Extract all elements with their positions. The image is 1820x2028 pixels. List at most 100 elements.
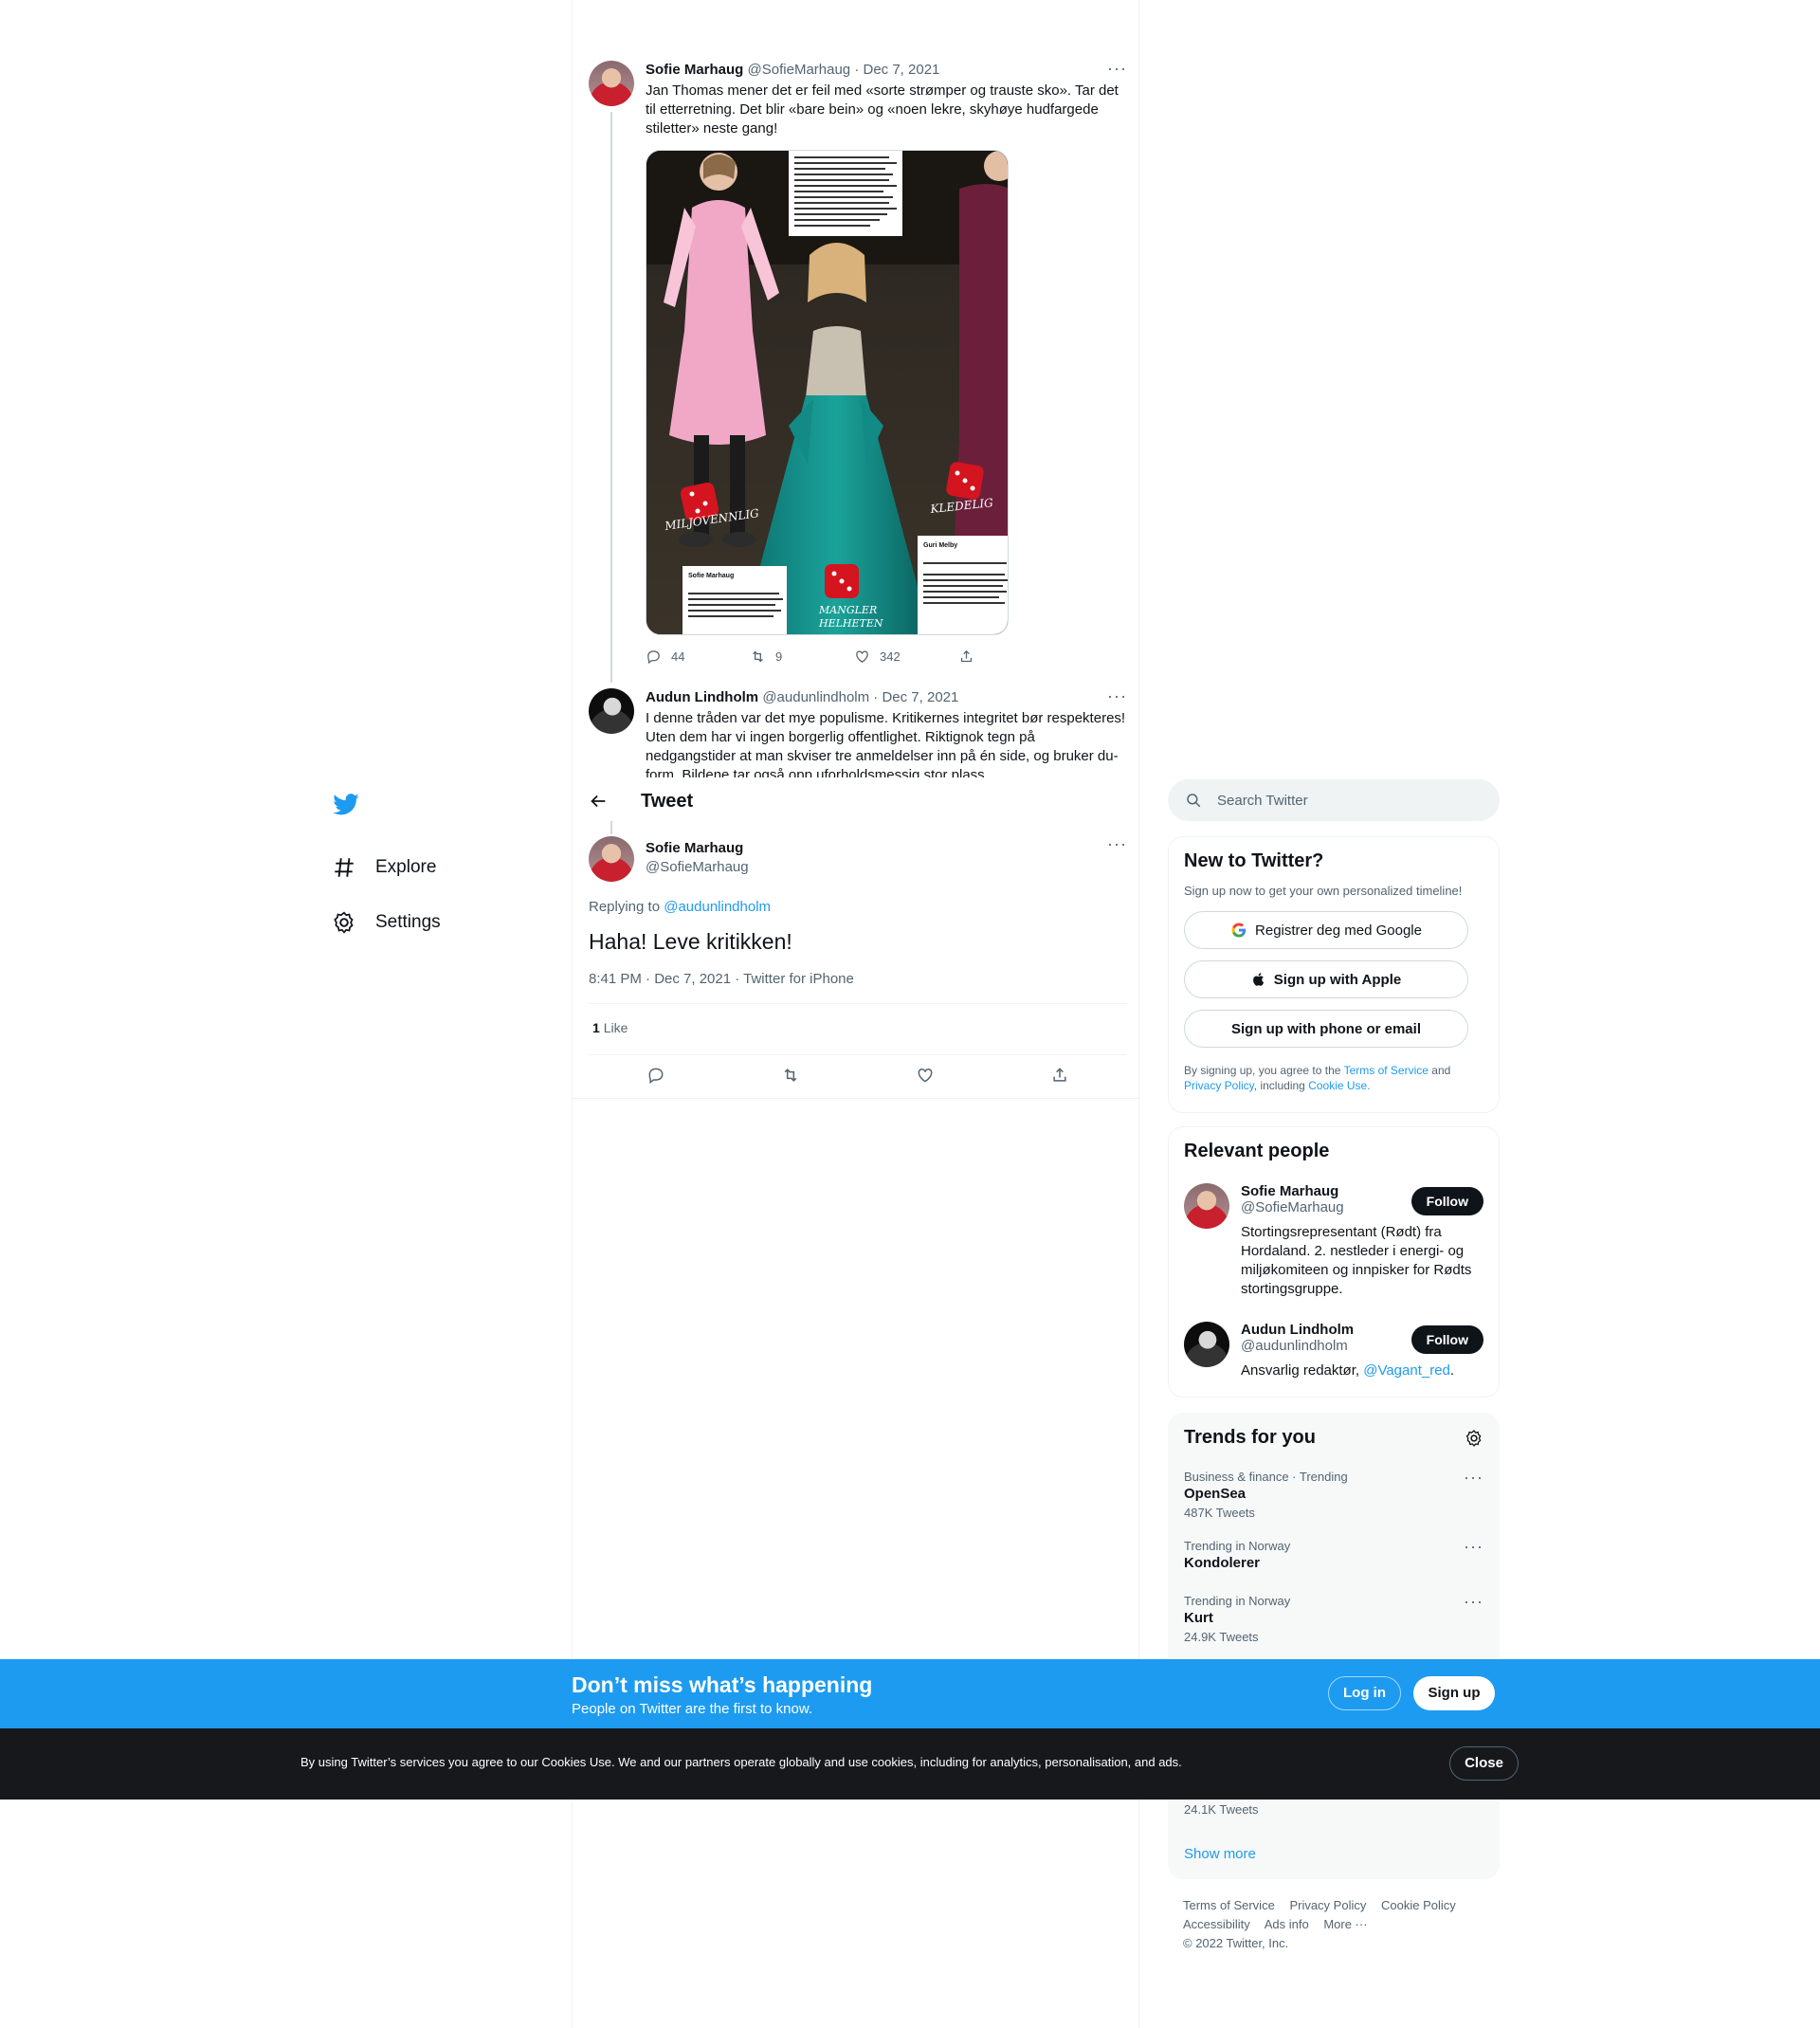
more-icon[interactable]: ···: [1107, 835, 1127, 852]
reply-count: 44: [671, 649, 685, 664]
share-icon[interactable]: [1050, 1066, 1069, 1085]
thread-line: [610, 821, 612, 834]
show-more-link[interactable]: Show more: [1184, 1846, 1256, 1862]
tweet-text: Haha! Leve kritikken!: [589, 929, 792, 954]
retweet-button[interactable]: 9: [750, 649, 854, 665]
author-handle[interactable]: @audunlindholm: [762, 689, 869, 705]
trend-count: 24.1K Tweets: [1184, 1802, 1259, 1817]
share-button[interactable]: [958, 649, 1063, 665]
cookie-text: By using Twitter’s services you agree to…: [300, 1755, 1182, 1769]
like-button[interactable]: 342: [854, 649, 958, 665]
heart-icon[interactable]: [916, 1066, 935, 1085]
divider: [573, 1098, 1138, 1099]
author-name[interactable]: Sofie Marhaug: [646, 840, 743, 856]
more-icon[interactable]: ···: [1464, 1469, 1483, 1486]
tweet-body: Audun Lindholm @audunlindholm · Dec 7, 2…: [646, 688, 1127, 777]
person-bio: Ansvarlig redaktør, @Vagant_red.: [1241, 1361, 1483, 1380]
person-item[interactable]: Audun Lindholm @audunlindholm Ansvarlig …: [1184, 1322, 1483, 1380]
footer-link[interactable]: Ads info: [1265, 1917, 1309, 1931]
avatar[interactable]: [1184, 1322, 1229, 1367]
magazine-photo: MILJOVENNLIG KLEDELIG MANGLER HELHETEN S…: [646, 151, 1008, 634]
copyright: © 2022 Twitter, Inc.: [1183, 1936, 1289, 1950]
dice-label-center-2: HELHETEN: [818, 617, 883, 630]
trend-item[interactable]: Business & finance · Trending OpenSea 48…: [1184, 1469, 1483, 1520]
tweet-media[interactable]: MILJOVENNLIG KLEDELIG MANGLER HELHETEN S…: [646, 150, 1009, 635]
like-summary[interactable]: 1 Like: [592, 1020, 628, 1035]
footer-link[interactable]: More ···: [1323, 1917, 1367, 1931]
avatar[interactable]: [589, 61, 634, 106]
thread-tweet[interactable]: Audun Lindholm @audunlindholm · Dec 7, 2…: [589, 688, 1127, 777]
cookie-use-link[interactable]: Cookie Use.: [1308, 1079, 1370, 1092]
follow-button[interactable]: Follow: [1410, 1325, 1483, 1354]
apple-signup-button[interactable]: Sign up with Apple: [1184, 960, 1468, 998]
bio-mention-link[interactable]: @Vagant_red: [1363, 1362, 1450, 1379]
nav-settings[interactable]: Settings: [332, 895, 540, 950]
like-total: 1: [592, 1020, 600, 1035]
more-icon[interactable]: ···: [1107, 60, 1127, 77]
tweet-meta[interactable]: 8:41 PM · Dec 7, 2021 · Twitter for iPho…: [589, 971, 854, 987]
thread-tweet[interactable]: Sofie Marhaug @SofieMarhaug · Dec 7, 202…: [589, 60, 1127, 683]
tweet-body: Sofie Marhaug @SofieMarhaug · Dec 7, 202…: [646, 61, 1127, 138]
nav-item-label: Explore: [375, 857, 437, 877]
replying-handle-link[interactable]: @audunlindholm: [664, 899, 771, 915]
search-box[interactable]: Search Twitter: [1168, 779, 1500, 821]
dice-label-center-1: MANGLER: [818, 604, 877, 616]
caption-right-name: Guri Melby: [923, 542, 957, 549]
gear-icon[interactable]: [1465, 1429, 1483, 1448]
search-icon: [1187, 794, 1201, 808]
tweet-date[interactable]: · Dec 7, 2021: [873, 689, 958, 705]
tweet-page-header: Tweet: [573, 777, 1138, 828]
more-icon[interactable]: ···: [1107, 688, 1127, 704]
twitter-bird-icon[interactable]: [332, 790, 360, 818]
replying-label: Replying to: [589, 899, 661, 915]
author-name[interactable]: Sofie Marhaug: [646, 62, 743, 78]
caption-left-name: Sofie Marhaug: [688, 573, 734, 579]
footer-links: Terms of Service Privacy Policy Cookie P…: [1168, 1896, 1500, 1953]
banner-headline: Don’t miss what’s happening: [572, 1672, 873, 1697]
terms-link[interactable]: Terms of Service: [1344, 1064, 1429, 1077]
left-nav: Explore Settings: [332, 783, 540, 950]
privacy-link[interactable]: Privacy Policy: [1184, 1079, 1254, 1092]
login-button[interactable]: Log in: [1328, 1676, 1401, 1710]
nav-explore[interactable]: Explore: [332, 840, 540, 895]
retweet-icon[interactable]: [781, 1066, 800, 1085]
author-handle[interactable]: @SofieMarhaug: [646, 859, 749, 875]
twitter-logo[interactable]: [332, 783, 540, 825]
tweet-actions: 44 9 342: [646, 649, 1063, 665]
tweet-header: Sofie Marhaug @SofieMarhaug · Dec 7, 202…: [646, 61, 1127, 80]
card-title: Trends for you: [1184, 1427, 1316, 1448]
reply-button[interactable]: 44: [646, 649, 750, 665]
divider: [589, 1003, 1127, 1004]
person-bio-text: Ansvarlig redaktør,: [1241, 1362, 1360, 1379]
trend-item[interactable]: Trending in Norway Kurt 24.9K Tweets ···: [1184, 1593, 1483, 1644]
trend-context: Trending in Norway: [1184, 1539, 1291, 1553]
author-name[interactable]: Audun Lindholm: [646, 689, 758, 705]
footer-link[interactable]: Privacy Policy: [1289, 1898, 1366, 1912]
author-handle[interactable]: @SofieMarhaug: [748, 62, 851, 78]
legal-text-2: and: [1431, 1064, 1451, 1077]
more-icon[interactable]: ···: [1464, 1593, 1483, 1610]
footer-link[interactable]: Terms of Service: [1183, 1898, 1275, 1912]
signup-button[interactable]: Sign up: [1413, 1676, 1495, 1710]
tweet-date[interactable]: · Dec 7, 2021: [854, 62, 939, 78]
relevant-people-card: Relevant people Sofie Marhaug @SofieMarh…: [1168, 1126, 1500, 1398]
trend-topic: Kurt: [1184, 1610, 1213, 1626]
close-button[interactable]: Close: [1449, 1746, 1519, 1781]
reply-icon[interactable]: [646, 1066, 665, 1085]
hashtag-icon: [335, 858, 354, 877]
follow-button[interactable]: Follow: [1410, 1187, 1483, 1215]
person-item[interactable]: Sofie Marhaug @SofieMarhaug Stortingsrep…: [1184, 1183, 1483, 1299]
google-signup-button[interactable]: Registrer deg med Google: [1184, 911, 1468, 949]
more-icon[interactable]: ···: [1464, 1538, 1483, 1555]
footer-link[interactable]: Cookie Policy: [1381, 1898, 1456, 1912]
footer-link[interactable]: Accessibility: [1183, 1917, 1250, 1931]
avatar[interactable]: [1184, 1183, 1229, 1229]
avatar[interactable]: [589, 836, 634, 882]
new-to-twitter-card: New to Twitter? Sign up now to get your …: [1168, 836, 1500, 1113]
phone-signup-button[interactable]: Sign up with phone or email: [1184, 1010, 1468, 1048]
back-arrow-icon[interactable]: [588, 791, 609, 812]
avatar[interactable]: [589, 688, 634, 734]
trend-item[interactable]: Trending in Norway Kondolerer ···: [1184, 1538, 1483, 1571]
gear-icon: [334, 911, 354, 934]
search-input[interactable]: Search Twitter: [1217, 793, 1308, 809]
